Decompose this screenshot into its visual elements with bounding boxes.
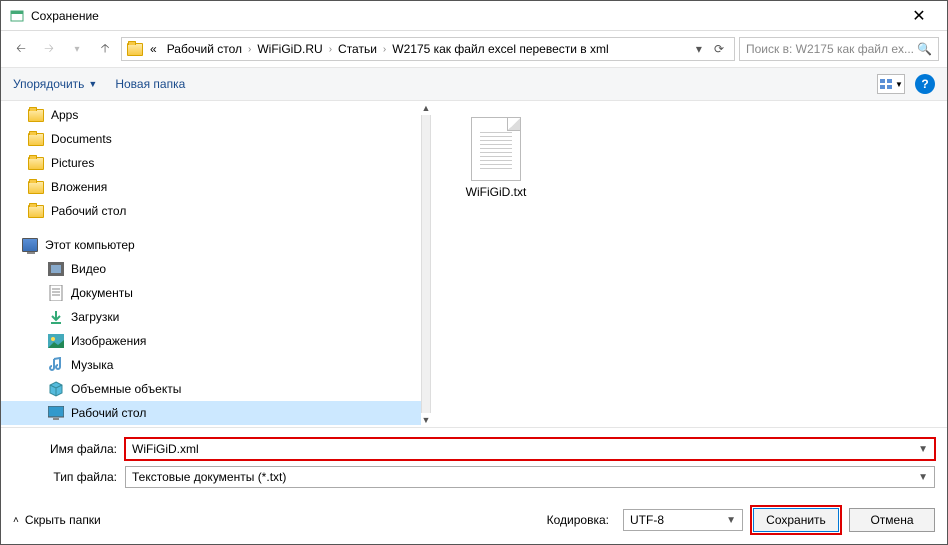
splitter[interactable]: ▲ ▼ bbox=[421, 101, 431, 427]
forward-button[interactable]: 🡢 bbox=[37, 37, 61, 61]
organize-button[interactable]: Упорядочить▼ bbox=[13, 77, 97, 91]
pc-icon bbox=[21, 236, 39, 254]
breadcrumb-item[interactable]: WiFiGiD.RU bbox=[253, 42, 326, 56]
tree-item[interactable]: Изображения bbox=[1, 329, 421, 353]
save-button[interactable]: Сохранить bbox=[753, 508, 839, 532]
folder-icon bbox=[27, 106, 45, 124]
chevron-down-icon[interactable]: ▼ bbox=[918, 472, 928, 483]
toolbar: Упорядочить▼ Новая папка ▼ ? bbox=[1, 67, 947, 101]
filetype-select[interactable]: Текстовые документы (*.txt) ▼ bbox=[125, 466, 935, 488]
tree-item[interactable]: Видео bbox=[1, 257, 421, 281]
folder-icon bbox=[126, 40, 144, 58]
chevron-down-icon[interactable]: ▼ bbox=[918, 444, 928, 455]
nav-tree: Apps Documents Pictures Вложения Рабочий… bbox=[1, 101, 421, 427]
breadcrumb-prefix: « bbox=[146, 42, 161, 56]
recent-dropdown[interactable]: ▾ bbox=[65, 37, 89, 61]
scroll-up-icon[interactable]: ▲ bbox=[422, 101, 431, 115]
tree-item[interactable]: Объемные объекты bbox=[1, 377, 421, 401]
view-button[interactable]: ▼ bbox=[877, 74, 905, 94]
cancel-button[interactable]: Отмена bbox=[849, 508, 935, 532]
filename-input[interactable]: WiFiGiD.xml ▼ bbox=[125, 438, 935, 460]
tree-item[interactable]: Pictures bbox=[1, 151, 421, 175]
tree-item-this-pc[interactable]: Этот компьютер bbox=[1, 233, 421, 257]
chevron-right-icon: › bbox=[248, 44, 251, 55]
tree-item[interactable]: Apps bbox=[1, 103, 421, 127]
text-file-icon bbox=[471, 117, 521, 181]
tree-item[interactable]: Документы bbox=[1, 281, 421, 305]
search-input[interactable]: Поиск в: W2175 как файл ex... 🔍 bbox=[739, 37, 939, 61]
file-item[interactable]: WiFiGiD.txt bbox=[451, 117, 541, 199]
app-icon bbox=[9, 8, 25, 24]
close-button[interactable]: ✕ bbox=[899, 6, 939, 26]
chevron-down-icon: ▼ bbox=[726, 515, 736, 526]
breadcrumb-dropdown[interactable]: ▾ bbox=[692, 42, 706, 56]
breadcrumb-item[interactable]: Рабочий стол bbox=[163, 42, 246, 56]
tree-item[interactable]: Музыка bbox=[1, 353, 421, 377]
window-title: Сохранение bbox=[31, 9, 899, 23]
search-placeholder: Поиск в: W2175 как файл ex... bbox=[746, 42, 914, 56]
encoding-select[interactable]: UTF-8 ▼ bbox=[623, 509, 743, 531]
video-icon bbox=[47, 260, 65, 278]
nav-bar: 🡠 🡢 ▾ 🡡 « Рабочий стол › WiFiGiD.RU › Ст… bbox=[1, 31, 947, 67]
folder-icon bbox=[27, 130, 45, 148]
tree-item[interactable]: Загрузки bbox=[1, 305, 421, 329]
back-button[interactable]: 🡠 bbox=[9, 37, 33, 61]
desktop-icon bbox=[47, 404, 65, 422]
chevron-right-icon: › bbox=[329, 44, 332, 55]
breadcrumb-item[interactable]: Статьи bbox=[334, 42, 381, 56]
search-icon: 🔍 bbox=[917, 42, 932, 56]
help-button[interactable]: ? bbox=[915, 74, 935, 94]
tree-item[interactable]: Рабочий стол bbox=[1, 199, 421, 223]
folder-icon bbox=[27, 202, 45, 220]
cube-icon bbox=[47, 380, 65, 398]
scroll-down-icon[interactable]: ▼ bbox=[422, 413, 431, 427]
folder-icon bbox=[27, 154, 45, 172]
refresh-button[interactable]: ⟳ bbox=[708, 42, 730, 56]
encoding-label: Кодировка: bbox=[547, 513, 609, 527]
folder-icon bbox=[27, 178, 45, 196]
chevron-right-icon: › bbox=[383, 44, 386, 55]
filetype-label: Тип файла: bbox=[13, 470, 125, 484]
download-icon bbox=[47, 308, 65, 326]
tree-item[interactable]: Documents bbox=[1, 127, 421, 151]
tree-item-selected[interactable]: Рабочий стол bbox=[1, 401, 421, 425]
breadcrumb[interactable]: « Рабочий стол › WiFiGiD.RU › Статьи › W… bbox=[121, 37, 735, 61]
tree-item[interactable]: Вложения bbox=[1, 175, 421, 199]
file-name: WiFiGiD.txt bbox=[466, 185, 527, 199]
title-bar: Сохранение ✕ bbox=[1, 1, 947, 31]
new-folder-button[interactable]: Новая папка bbox=[115, 77, 185, 91]
hide-folders-button[interactable]: ˄ Скрыть папки bbox=[13, 513, 101, 527]
image-icon bbox=[47, 332, 65, 350]
doc-icon bbox=[47, 284, 65, 302]
main-area: Apps Documents Pictures Вложения Рабочий… bbox=[1, 101, 947, 427]
footer: ˄ Скрыть папки Кодировка: UTF-8 ▼ Сохран… bbox=[1, 500, 947, 544]
breadcrumb-item[interactable]: W2175 как файл excel перевести в xml bbox=[388, 42, 612, 56]
up-button[interactable]: 🡡 bbox=[93, 37, 117, 61]
file-list[interactable]: WiFiGiD.txt bbox=[431, 101, 947, 427]
chevron-up-icon: ˄ bbox=[13, 515, 19, 526]
music-icon bbox=[47, 356, 65, 374]
form-panel: Имя файла: WiFiGiD.xml ▼ Тип файла: Текс… bbox=[1, 427, 947, 500]
filename-label: Имя файла: bbox=[13, 442, 125, 456]
